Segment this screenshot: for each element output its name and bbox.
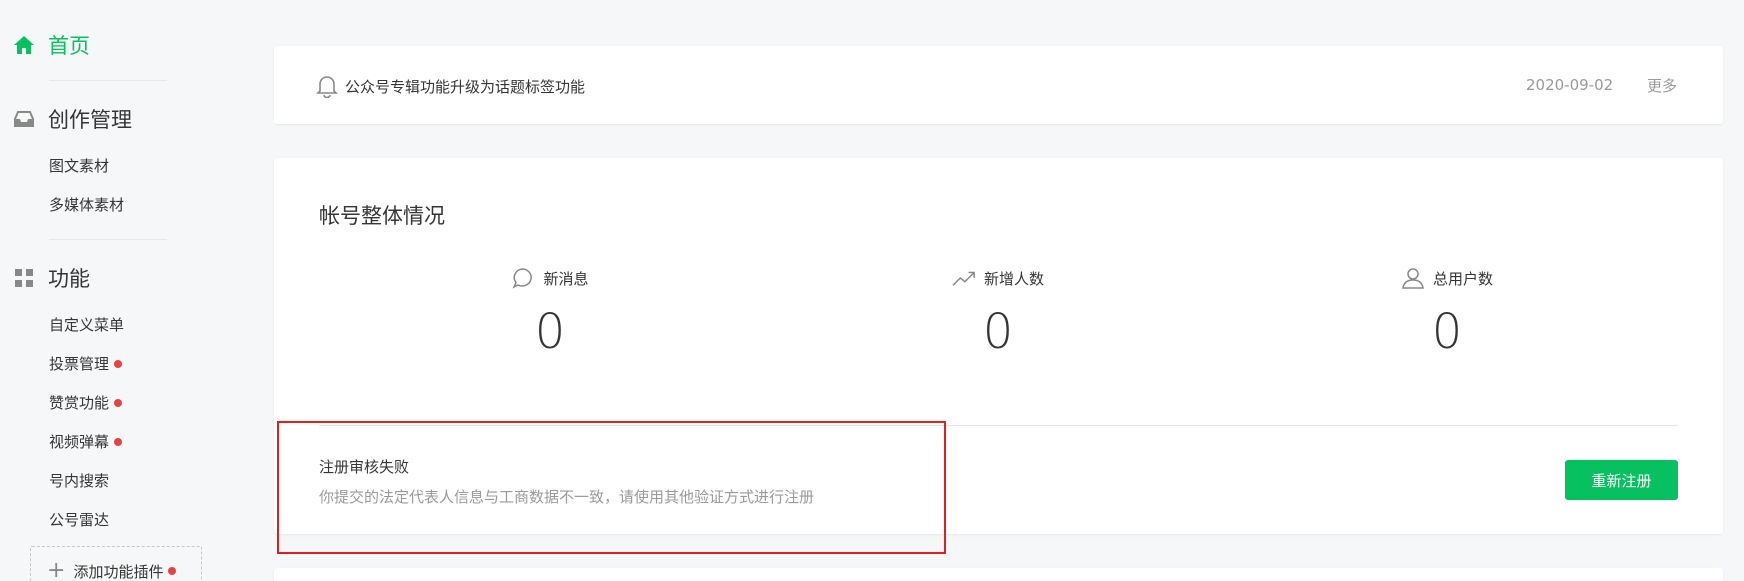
nav-features[interactable]: 功能: [12, 263, 90, 293]
stat-value: 0: [982, 304, 1014, 360]
trend-up-icon: [952, 266, 976, 290]
stat-total-users[interactable]: 总用户数 0: [1347, 266, 1547, 360]
sidebar-item-custom-menu[interactable]: 自定义菜单: [49, 314, 124, 335]
sidebar-item-search[interactable]: 号内搜索: [49, 470, 109, 491]
user-icon: [1401, 266, 1425, 290]
stat-label: 新消息: [543, 269, 589, 288]
new-badge-dot: [114, 398, 123, 407]
notice-more-link[interactable]: 更多: [1647, 75, 1677, 96]
sidebar: 首页 创作管理 图文素材 多媒体素材 功能 自定义菜单 投票管理 赞赏功能 视频…: [0, 0, 202, 581]
sidebar-item-label: 图文素材: [49, 157, 110, 175]
sidebar-item-label: 赞赏功能: [49, 394, 110, 412]
stat-label-row: 总用户数: [1347, 266, 1547, 290]
stat-new-messages[interactable]: 新消息 0: [450, 266, 650, 360]
stat-label: 新增人数: [983, 269, 1044, 288]
nav-divider: [49, 80, 167, 81]
sidebar-item-image-text[interactable]: 图文素材: [49, 155, 109, 176]
notice-title-link[interactable]: 公众号专辑功能升级为话题标签功能: [345, 76, 585, 97]
nav-home-label: 首页: [48, 34, 90, 58]
stat-label-row: 新增人数: [898, 266, 1098, 290]
home-icon: [12, 33, 36, 57]
sidebar-item-label: 投票管理: [49, 355, 110, 373]
notice-date: 2020-09-02: [1526, 76, 1614, 94]
sidebar-item-label: 号内搜索: [49, 472, 110, 490]
overview-title: 帐号整体情况: [319, 204, 445, 228]
stat-value: 0: [534, 304, 566, 360]
nav-creation-label: 创作管理: [48, 108, 132, 132]
next-card: [274, 568, 1723, 581]
new-badge-dot: [114, 359, 123, 368]
stat-value: 0: [1431, 304, 1463, 360]
sidebar-item-label: 视频弹幕: [49, 433, 110, 451]
new-badge-dot: [168, 567, 177, 575]
bell-icon: [316, 74, 338, 99]
sidebar-item-radar[interactable]: 公号雷达: [49, 509, 109, 530]
add-plugin-button[interactable]: + 添加功能插件: [30, 546, 202, 581]
re-register-button[interactable]: 重新注册: [1565, 460, 1678, 500]
sidebar-item-video-danmaku[interactable]: 视频弹幕: [49, 431, 123, 452]
highlight-annotation-box: [277, 421, 946, 554]
grid-icon: [12, 266, 36, 290]
sidebar-item-vote[interactable]: 投票管理: [49, 353, 123, 374]
nav-divider: [49, 239, 167, 240]
sidebar-item-label: 自定义菜单: [49, 316, 125, 334]
new-badge-dot: [114, 437, 123, 446]
chat-bubble-icon: [511, 266, 535, 290]
stat-new-followers[interactable]: 新增人数 0: [898, 266, 1098, 360]
inbox-icon: [12, 107, 36, 131]
stat-label: 总用户数: [1432, 269, 1493, 288]
notice-card: 公众号专辑功能升级为话题标签功能 2020-09-02 更多: [274, 46, 1723, 124]
sidebar-item-multimedia[interactable]: 多媒体素材: [49, 194, 124, 215]
sidebar-item-reward[interactable]: 赞赏功能: [49, 392, 123, 413]
add-plugin-label: 添加功能插件: [73, 562, 164, 581]
sidebar-item-label: 公号雷达: [49, 511, 110, 529]
nav-home[interactable]: 首页: [12, 30, 90, 60]
nav-creation[interactable]: 创作管理: [12, 104, 132, 134]
sidebar-item-label: 多媒体素材: [49, 196, 125, 214]
stat-label-row: 新消息: [450, 266, 650, 290]
plus-icon: +: [47, 558, 66, 581]
nav-features-label: 功能: [48, 267, 90, 291]
